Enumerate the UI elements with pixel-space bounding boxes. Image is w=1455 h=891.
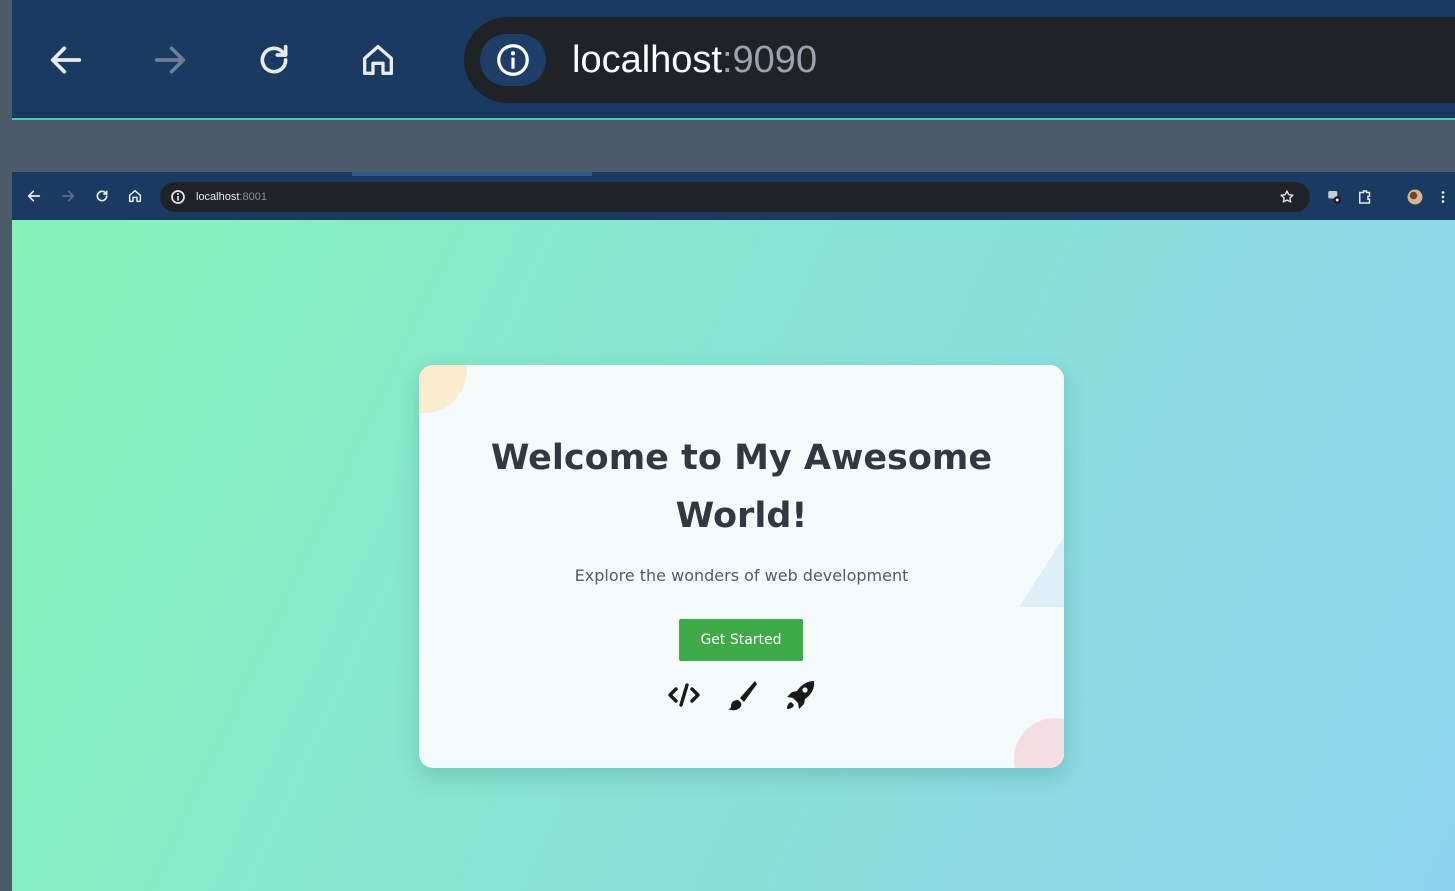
address-bar[interactable]: localhost:9090 [464, 17, 1455, 103]
feature-icons [419, 677, 1064, 713]
url-port: :9090 [721, 39, 818, 81]
inner-forward-button[interactable] [60, 188, 76, 204]
inner-url-text[interactable]: localhost:8001 [196, 188, 267, 206]
extension-badge-icon[interactable] [1326, 188, 1344, 206]
inner-reload-button[interactable] [94, 188, 110, 204]
page-title: Welcome to My Awesome World! [490, 438, 993, 536]
inner-url-port: :8001 [239, 191, 267, 203]
home-icon [128, 189, 142, 203]
inner-home-button[interactable] [127, 188, 143, 204]
arrow-right-icon [61, 190, 75, 202]
inner-back-button[interactable] [26, 188, 42, 204]
reload-icon [260, 44, 288, 74]
code-icon [664, 677, 704, 713]
page-background: Welcome to My Awesome World! Explore the… [12, 220, 1455, 891]
inner-address-bar[interactable]: localhost:8001 [160, 182, 1310, 212]
inner-browser-toolbar: localhost:8001 [12, 172, 1455, 220]
home-button[interactable] [352, 34, 404, 86]
browser-toolbar: localhost:9090 [12, 0, 1455, 120]
forward-button[interactable] [144, 34, 196, 86]
decorative-circle [1014, 718, 1064, 768]
inner-url-host: localhost [196, 191, 240, 203]
decorative-circle [419, 365, 467, 413]
page-subtitle: Explore the wonders of web development [574, 566, 909, 585]
profile-avatar-icon[interactable] [1406, 188, 1424, 206]
back-button[interactable] [40, 34, 92, 86]
info-icon [497, 44, 529, 76]
paintbrush-icon [722, 677, 762, 713]
arrow-right-icon [154, 46, 186, 74]
bookmark-star-icon[interactable] [1278, 188, 1296, 206]
site-info-button[interactable] [480, 34, 546, 86]
url-text[interactable]: localhost:9090 [572, 35, 817, 85]
reload-icon [96, 190, 108, 202]
arrow-left-icon [50, 46, 82, 74]
menu-kebab-icon[interactable] [1438, 188, 1448, 206]
inner-tab-strip [352, 172, 592, 176]
welcome-card: Welcome to My Awesome World! Explore the… [419, 365, 1064, 768]
rocket-icon [780, 677, 820, 713]
home-icon [363, 45, 393, 76]
extensions-puzzle-icon[interactable] [1356, 188, 1374, 206]
get-started-button[interactable]: Get Started [679, 619, 803, 661]
arrow-left-icon [27, 190, 41, 202]
info-icon[interactable] [170, 189, 186, 205]
inner-browser-window: localhost:8001 Welcome to My Awesome Wor… [12, 172, 1455, 891]
reload-button[interactable] [248, 34, 300, 86]
url-host: localhost [572, 39, 722, 81]
